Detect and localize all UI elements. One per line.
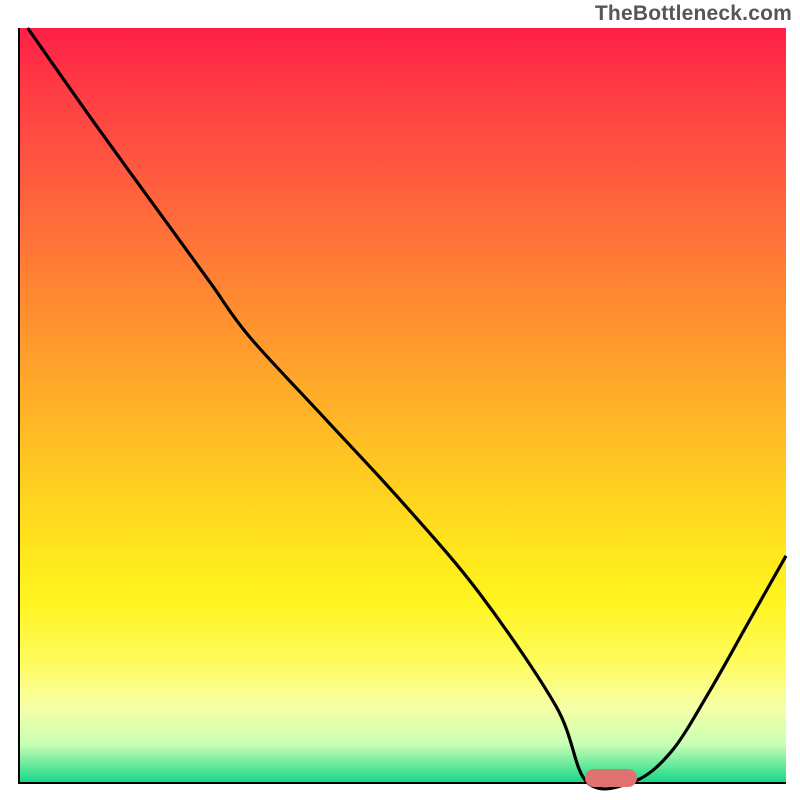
chart-curve-path [28, 28, 786, 789]
chart-plot-area [18, 28, 786, 784]
chart-curve [20, 28, 786, 782]
attribution-text: TheBottleneck.com [595, 2, 792, 26]
chart-optimal-marker [585, 769, 637, 787]
